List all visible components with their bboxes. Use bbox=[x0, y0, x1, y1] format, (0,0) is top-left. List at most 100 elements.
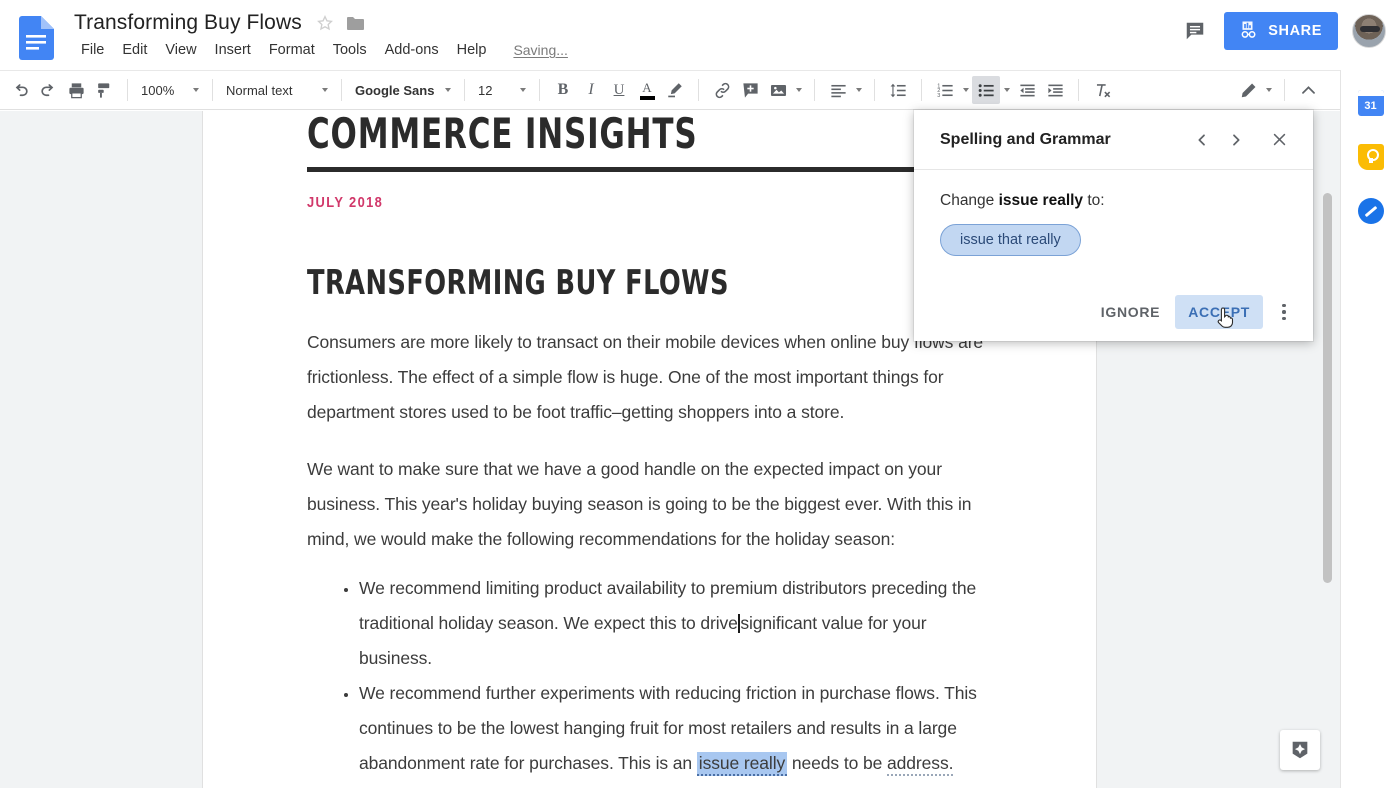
avatar[interactable] bbox=[1352, 14, 1386, 48]
paragraph-2[interactable]: We want to make sure that we have a good… bbox=[307, 452, 992, 557]
google-keep-icon[interactable] bbox=[1358, 144, 1384, 170]
numbered-list-icon[interactable]: 1 2 3 bbox=[931, 76, 959, 104]
align-caret[interactable] bbox=[852, 76, 865, 104]
align-left-icon[interactable] bbox=[824, 76, 852, 104]
menu-help[interactable]: Help bbox=[448, 40, 496, 60]
chevron-right-icon[interactable] bbox=[1219, 123, 1253, 157]
highlight-pen-icon[interactable] bbox=[661, 76, 689, 104]
more-options-kebab-icon[interactable] bbox=[1269, 295, 1299, 329]
dialog-body: Change issue really to: issue that reall… bbox=[914, 170, 1313, 283]
increase-indent-icon[interactable] bbox=[1041, 76, 1069, 104]
spelling-grammar-dialog: Spelling and Grammar Change issue really… bbox=[914, 110, 1313, 341]
toolbar-divider bbox=[874, 79, 875, 101]
svg-text:3: 3 bbox=[937, 92, 940, 98]
font-size-group: 12 bbox=[468, 76, 536, 104]
folder-icon[interactable] bbox=[346, 15, 366, 32]
toolbar-divider bbox=[921, 79, 922, 101]
undo-icon[interactable] bbox=[6, 76, 34, 104]
star-outline-icon[interactable] bbox=[316, 14, 334, 32]
menu-format[interactable]: Format bbox=[260, 40, 324, 60]
spelling-error-text[interactable]: address. bbox=[887, 753, 953, 776]
chevron-down-icon bbox=[445, 88, 451, 92]
toolbar-divider bbox=[1284, 79, 1285, 101]
text-format-group: B I U A bbox=[543, 76, 695, 104]
paragraph-style-group: Normal text bbox=[216, 76, 338, 104]
zoom-value: 100% bbox=[141, 83, 174, 98]
recommendations-list: We recommend limiting product availabili… bbox=[307, 571, 992, 781]
chevron-down-icon bbox=[520, 88, 526, 92]
font-family-select[interactable]: Google Sans bbox=[351, 76, 455, 104]
bulleted-list-icon[interactable] bbox=[972, 76, 1000, 104]
share-lock-icon bbox=[1240, 19, 1260, 43]
font-size-value: 12 bbox=[478, 83, 492, 98]
close-icon[interactable] bbox=[1261, 123, 1297, 157]
text-color-label: A bbox=[642, 81, 651, 94]
italic-button[interactable]: I bbox=[577, 76, 605, 104]
add-comment-icon[interactable] bbox=[736, 76, 764, 104]
text-color-swatch bbox=[640, 96, 655, 100]
editing-pencil-icon[interactable] bbox=[1234, 76, 1262, 104]
insert-image-caret[interactable] bbox=[792, 76, 805, 104]
bullet-2-text-b: needs to be bbox=[787, 753, 887, 773]
font-size-select[interactable]: 12 bbox=[474, 76, 530, 104]
app-header: Transforming Buy Flows File Edit View In… bbox=[0, 0, 1400, 70]
toolbar-divider bbox=[341, 79, 342, 101]
chevron-down-icon bbox=[322, 88, 328, 92]
paragraph-1[interactable]: Consumers are more likely to transact on… bbox=[307, 325, 992, 430]
line-spacing-icon[interactable] bbox=[884, 76, 912, 104]
numbered-list-caret[interactable] bbox=[959, 76, 972, 104]
google-calendar-icon[interactable]: 31 bbox=[1358, 90, 1384, 116]
clear-formatting-icon[interactable] bbox=[1088, 76, 1116, 104]
chevron-up-icon[interactable] bbox=[1294, 76, 1322, 104]
save-status[interactable]: Saving... bbox=[513, 42, 567, 58]
decrease-indent-icon[interactable] bbox=[1013, 76, 1041, 104]
print-icon[interactable] bbox=[62, 76, 90, 104]
list-item[interactable]: We recommend further experiments with re… bbox=[359, 676, 992, 781]
explore-button[interactable] bbox=[1280, 730, 1320, 770]
bold-button[interactable]: B bbox=[549, 76, 577, 104]
change-prefix: Change bbox=[940, 192, 999, 209]
toolbar-divider bbox=[212, 79, 213, 101]
paragraph-style-select[interactable]: Normal text bbox=[222, 76, 332, 104]
font-family-value: Google Sans bbox=[355, 83, 434, 98]
toolbar-divider bbox=[814, 79, 815, 101]
comment-icon[interactable] bbox=[1180, 16, 1210, 46]
toolbar-divider bbox=[539, 79, 540, 101]
dialog-actions: IGNORE ACCEPT bbox=[914, 283, 1313, 341]
underline-button[interactable]: U bbox=[605, 76, 633, 104]
clear-format-group bbox=[1082, 76, 1122, 104]
page-title[interactable]: Transforming Buy Flows bbox=[74, 11, 302, 35]
menu-bar: File Edit View Insert Format Tools Add-o… bbox=[72, 40, 568, 60]
paint-format-icon[interactable] bbox=[90, 76, 118, 104]
bold-label: B bbox=[558, 81, 569, 99]
redo-icon[interactable] bbox=[34, 76, 62, 104]
collapse-group bbox=[1288, 76, 1340, 104]
insert-image-icon[interactable] bbox=[764, 76, 792, 104]
document-kicker: COMMERCE INSIGHTS bbox=[307, 111, 869, 157]
share-label: SHARE bbox=[1268, 23, 1322, 39]
bulleted-list-caret[interactable] bbox=[1000, 76, 1013, 104]
change-instruction: Change issue really to: bbox=[940, 192, 1287, 210]
ignore-button[interactable]: IGNORE bbox=[1088, 295, 1173, 329]
menu-addons[interactable]: Add-ons bbox=[376, 40, 448, 60]
google-tasks-icon[interactable] bbox=[1358, 198, 1384, 224]
italic-label: I bbox=[588, 81, 593, 99]
menu-tools[interactable]: Tools bbox=[324, 40, 376, 60]
menu-view[interactable]: View bbox=[156, 40, 205, 60]
editing-mode-caret[interactable] bbox=[1262, 76, 1275, 104]
toolbar-divider bbox=[464, 79, 465, 101]
suggestion-chip[interactable]: issue that really bbox=[940, 224, 1081, 256]
menu-insert[interactable]: Insert bbox=[206, 40, 260, 60]
dialog-title: Spelling and Grammar bbox=[940, 131, 1185, 149]
chevron-left-icon[interactable] bbox=[1185, 123, 1219, 157]
menu-edit[interactable]: Edit bbox=[113, 40, 156, 60]
text-color-button[interactable]: A bbox=[633, 76, 661, 104]
menu-file[interactable]: File bbox=[72, 40, 113, 60]
list-item[interactable]: We recommend limiting product availabili… bbox=[359, 571, 992, 676]
link-icon[interactable] bbox=[708, 76, 736, 104]
grammar-error-highlight[interactable]: issue really bbox=[697, 752, 787, 776]
vertical-scrollbar[interactable] bbox=[1323, 193, 1332, 583]
share-button[interactable]: SHARE bbox=[1224, 12, 1338, 50]
zoom-select[interactable]: 100% bbox=[137, 76, 203, 104]
accept-button[interactable]: ACCEPT bbox=[1175, 295, 1263, 329]
